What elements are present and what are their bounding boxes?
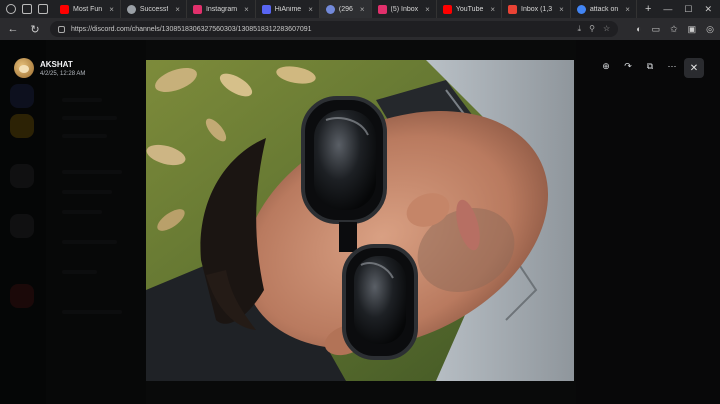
tab-title: (296 — [338, 5, 353, 13]
close-viewer-button[interactable]: ✕ — [684, 58, 704, 78]
tab-title: Instagram — [205, 5, 238, 13]
tab-close-icon[interactable]: × — [360, 5, 365, 14]
profile-icon[interactable] — [6, 4, 16, 14]
site-info-icon[interactable] — [58, 25, 65, 33]
browser-tools: ◐ ▭ ✩ ▣ ◎ — [636, 24, 714, 35]
tab-actions-icon[interactable] — [38, 4, 48, 14]
browser-tab[interactable]: YouTube × — [437, 0, 503, 18]
window-close-icon[interactable]: ✕ — [704, 4, 712, 15]
tab-close-icon[interactable]: × — [559, 5, 564, 14]
viewer-author: AKSHAT 4/2/25, 12:28 AM — [14, 58, 85, 78]
download-icon[interactable]: ⤓ — [578, 24, 582, 34]
new-tab-icon[interactable]: + — [637, 3, 659, 15]
hianime-favicon-icon — [261, 4, 271, 14]
browser-tab-strip: Most Fun × Successf × Instagram × HiAnim… — [0, 0, 720, 18]
window-icons — [0, 0, 54, 18]
tab-close-icon[interactable]: × — [109, 5, 114, 14]
tab-title: attack on — [589, 5, 619, 13]
gmail-favicon-icon — [508, 4, 518, 14]
tab-close-icon[interactable]: × — [244, 5, 249, 14]
tab-close-icon[interactable]: × — [625, 5, 630, 14]
browser-tab[interactable]: attack on × — [571, 0, 637, 18]
browser-toolbar: ← ↻ https://discord.com/channels/1308518… — [0, 18, 720, 40]
tab-close-icon[interactable]: × — [425, 5, 430, 14]
tab-title: Inbox (1,3 — [521, 5, 553, 13]
tab-title: HiAnime — [274, 5, 302, 13]
refresh-icon[interactable]: ↻ — [28, 23, 42, 36]
zoom-icon[interactable]: ⚲ — [589, 24, 595, 34]
address-bar[interactable]: https://discord.com/channels/13085183063… — [50, 21, 619, 37]
tab-title: YouTube — [455, 5, 484, 13]
open-external-icon[interactable]: ⧉ — [642, 58, 658, 74]
photo-illustration — [146, 60, 574, 381]
extension-icon[interactable]: ◐ — [636, 24, 641, 35]
maximize-icon[interactable]: ☐ — [684, 4, 692, 15]
window-controls: — ☐ ✕ — [663, 4, 720, 15]
instagram-favicon-icon — [192, 4, 202, 14]
author-info: AKSHAT 4/2/25, 12:28 AM — [40, 60, 85, 77]
copilot-icon[interactable]: ◎ — [706, 24, 714, 35]
workspaces-icon[interactable] — [22, 4, 32, 14]
browser-tab-active[interactable]: (296 × — [319, 0, 372, 18]
address-bar-icons: ⤓ ⚲ ☆ — [578, 24, 611, 34]
avatar[interactable] — [14, 58, 34, 78]
tab-title: Successf — [139, 5, 169, 13]
tab-title: Most Fun — [73, 5, 103, 13]
zoom-in-icon[interactable]: ⊕ — [598, 58, 614, 74]
url-text: https://discord.com/channels/13085183063… — [71, 25, 312, 33]
author-name[interactable]: AKSHAT — [40, 60, 85, 69]
browser-tab[interactable]: Inbox (1,3 × — [502, 0, 571, 18]
youtube-favicon-icon — [60, 4, 69, 14]
favorites-icon[interactable]: ✩ — [670, 24, 678, 35]
instagram-favicon-icon — [377, 4, 387, 14]
favorite-star-icon[interactable]: ☆ — [603, 24, 610, 34]
globe-favicon-icon — [126, 4, 136, 14]
more-options-icon[interactable]: ⋯ — [664, 58, 680, 74]
discord-favicon-icon — [325, 4, 335, 14]
browser-tab[interactable]: Successf × — [121, 0, 187, 18]
forward-icon[interactable]: ↷ — [620, 58, 636, 74]
collections-icon[interactable]: ▣ — [688, 24, 697, 35]
tab-close-icon[interactable]: × — [490, 5, 495, 14]
message-timestamp: 4/2/25, 12:28 AM — [40, 70, 86, 77]
viewed-image[interactable] — [146, 60, 574, 381]
back-arrow-icon[interactable]: ← — [6, 23, 20, 35]
tab-close-icon[interactable]: × — [175, 5, 180, 14]
tab-title: (5) Inbox — [390, 5, 419, 13]
google-favicon-icon — [576, 4, 586, 14]
browser-tab[interactable]: (5) Inbox × — [372, 0, 437, 18]
browser-tab[interactable]: Instagram × — [187, 0, 256, 18]
youtube-favicon-icon — [442, 4, 452, 14]
split-screen-icon[interactable]: ▭ — [652, 24, 661, 35]
browser-tab[interactable]: HiAnime × — [256, 0, 320, 18]
browser-tab[interactable]: Most Fun × — [54, 0, 121, 18]
viewer-toolbar: ⊕ ↷ ⧉ ⋯ — [598, 58, 680, 74]
minimize-icon[interactable]: — — [663, 4, 672, 15]
tab-close-icon[interactable]: × — [308, 5, 313, 14]
